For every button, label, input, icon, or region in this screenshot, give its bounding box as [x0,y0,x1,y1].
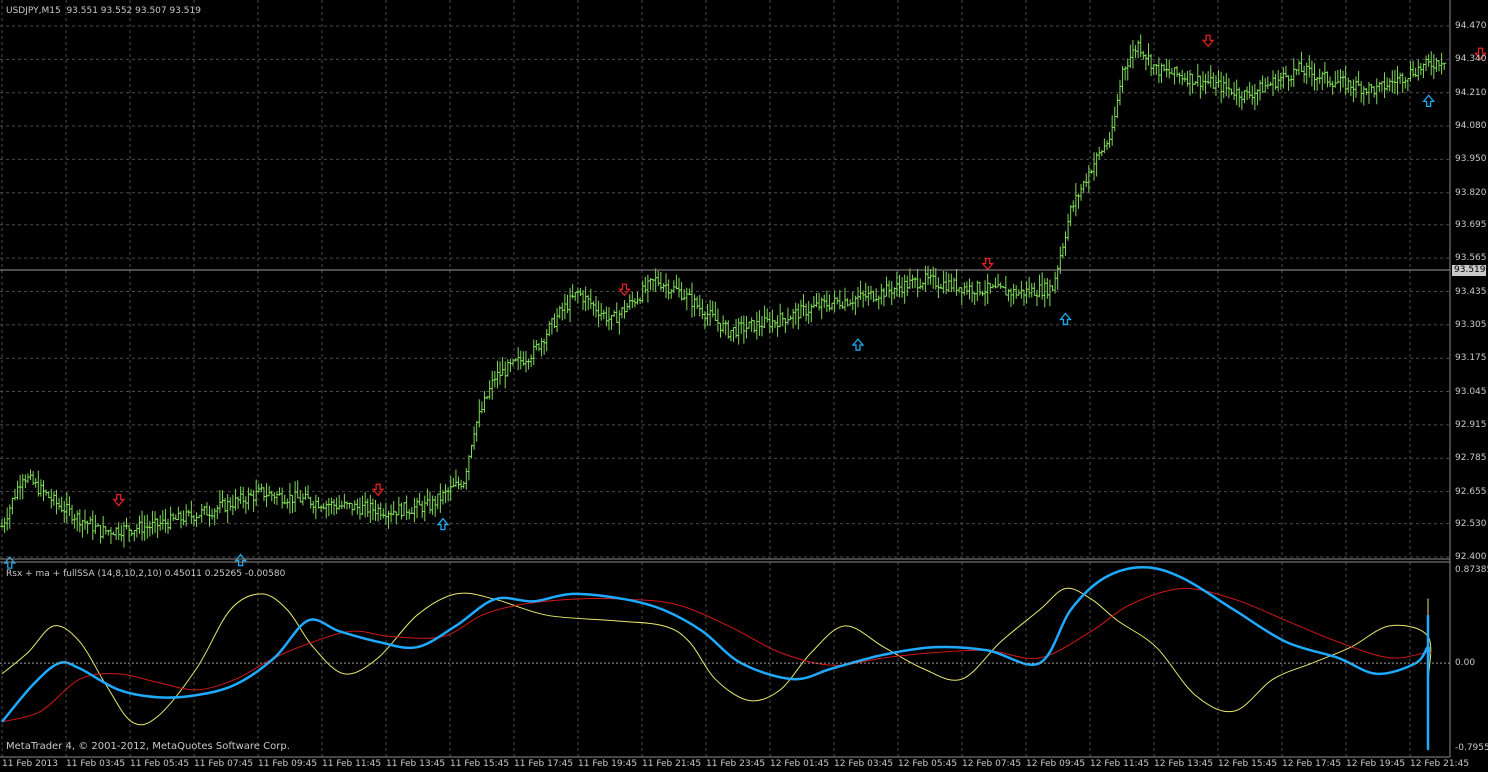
symbol-label: USDJPY,M15 [6,6,61,16]
time-axis-label: 12 Feb 07:45 [962,759,1022,769]
indicator-scale-zero: 0.00 [1455,658,1476,668]
sell-arrow-icon [371,483,385,497]
price-axis-label: 93.305 [1455,319,1487,330]
indicator-label: Rsx + ma + fullSSA (14,8,10,2,10) 0.4501… [6,569,286,579]
sell-arrow-icon [112,493,126,507]
time-axis-label: 11 Feb 05:45 [130,759,190,769]
copyright-label: MetaTrader 4, © 2001-2012, MetaQuotes So… [6,741,290,752]
current-price-tag: 93.519 [1452,264,1486,276]
price-axis-label: 93.820 [1455,187,1487,198]
buy-arrow-icon [436,517,450,531]
buy-arrow-icon [851,338,865,351]
price-axis-label: 94.210 [1455,87,1487,98]
time-axis-label: 12 Feb 15:45 [1218,759,1278,769]
grid [0,0,1450,757]
sell-arrow-icon [981,257,995,271]
time-axis-label: 12 Feb 05:45 [898,759,958,769]
price-axis-label: 93.695 [1455,219,1487,230]
price-axis-label: 93.175 [1455,353,1487,364]
chart-header: USDJPY,M15 93.551 93.552 93.507 93.519 [6,6,201,16]
time-axis-label: 12 Feb 19:45 [1346,759,1406,769]
buy-arrow-icon [1059,312,1072,326]
time-axis-label: 11 Feb 03:45 [66,759,126,769]
time-axis-label: 12 Feb 13:45 [1154,759,1214,769]
price-axis-label: 92.400 [1455,552,1487,562]
rsx-line [1,565,1431,751]
indicator-scale-top: 0.87385 [1455,565,1488,575]
price-axis-label: 94.340 [1455,54,1487,65]
quote-label: 93.551 93.552 93.507 93.519 [66,6,201,16]
time-axis-label: 11 Feb 13:45 [386,759,446,769]
time-axis-label: 12 Feb 09:45 [1026,759,1086,769]
price-bars [0,34,1447,548]
price-axis-label: 92.655 [1455,486,1487,497]
indicator-lines [1,565,1432,751]
price-axis-label: 93.435 [1455,286,1487,297]
price-axis-label: 93.045 [1455,386,1487,397]
time-axis-label: 11 Feb 2013 [2,759,59,769]
buy-arrow-icon [1422,94,1436,108]
time-axis-label: 12 Feb 11:45 [1090,759,1150,769]
chart-canvas[interactable] [0,0,1488,772]
time-axis-label: 11 Feb 07:45 [194,759,254,769]
sell-arrow-icon [618,283,631,297]
time-axis-label: 11 Feb 11:45 [322,759,382,769]
time-axis-label: 12 Feb 17:45 [1282,759,1342,769]
price-axis-label: 93.565 [1455,253,1487,264]
price-axis-label: 92.530 [1455,518,1487,529]
price-axis-label: 92.785 [1455,453,1487,464]
time-axis-label: 12 Feb 21:45 [1410,759,1470,769]
indicator-scale-bottom: -0.79551 [1455,743,1488,753]
time-axis-label: 12 Feb 01:45 [770,759,830,769]
price-axis-label: 92.915 [1455,419,1487,430]
buy-arrow-icon [234,553,248,567]
time-axis-label: 11 Feb 17:45 [514,759,574,769]
time-axis-label: 11 Feb 19:45 [578,759,638,769]
time-axis-label: 11 Feb 15:45 [450,759,510,769]
price-axis-label: 94.080 [1455,121,1487,132]
sell-arrow-icon [1201,34,1215,48]
ma-line [1,588,1432,733]
time-axis-label: 12 Feb 03:45 [834,759,894,769]
price-axis-label: 94.470 [1455,21,1487,31]
time-axis-label: 11 Feb 21:45 [642,759,702,769]
price-axis-label: 93.950 [1455,154,1487,165]
ssa-line [1,587,1432,742]
signal-arrows [3,34,1487,569]
time-axis-label: 11 Feb 23:45 [706,759,766,769]
time-axis-label: 11 Feb 09:45 [258,759,318,769]
